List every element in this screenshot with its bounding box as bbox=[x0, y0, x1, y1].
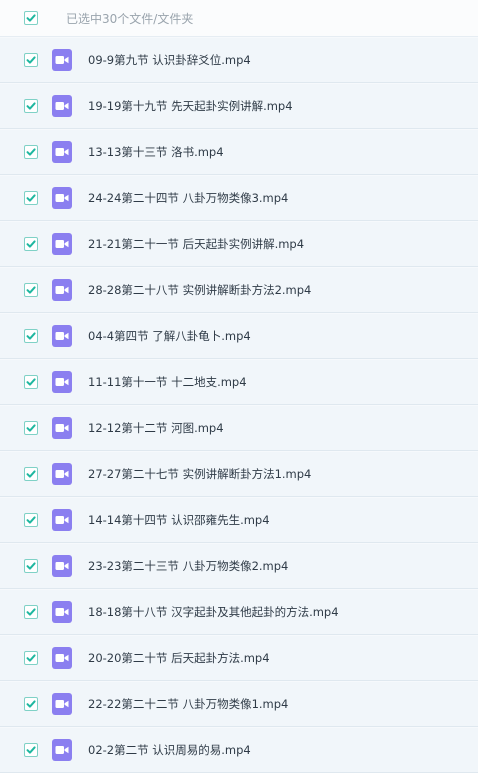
file-row[interactable]: 19-19第十九节 先天起卦实例讲解.mp4 bbox=[0, 84, 478, 129]
check-icon bbox=[26, 746, 36, 754]
file-list: 09-9第九节 认识卦辞爻位.mp4 19-19第十九节 先天起卦实例讲解.mp4… bbox=[0, 38, 478, 773]
file-row[interactable]: 13-13第十三节 洛书.mp4 bbox=[0, 130, 478, 175]
check-icon bbox=[26, 240, 36, 248]
check-icon bbox=[26, 608, 36, 616]
video-file-icon bbox=[52, 647, 72, 669]
check-icon bbox=[26, 148, 36, 156]
file-checkbox[interactable] bbox=[24, 329, 38, 343]
file-name: 12-12第十二节 河图.mp4 bbox=[88, 421, 224, 435]
video-file-icon bbox=[52, 739, 72, 761]
file-checkbox[interactable] bbox=[24, 559, 38, 573]
file-row[interactable]: 09-9第九节 认识卦辞爻位.mp4 bbox=[0, 38, 478, 83]
file-row[interactable]: 22-22第二十二节 八卦万物类像1.mp4 bbox=[0, 682, 478, 727]
file-row[interactable]: 20-20第二十节 后天起卦方法.mp4 bbox=[0, 636, 478, 681]
video-file-icon bbox=[52, 417, 72, 439]
check-icon bbox=[26, 470, 36, 478]
file-checkbox[interactable] bbox=[24, 237, 38, 251]
file-name: 11-11第十一节 十二地支.mp4 bbox=[88, 375, 247, 389]
video-file-icon bbox=[52, 463, 72, 485]
file-row[interactable]: 23-23第二十三节 八卦万物类像2.mp4 bbox=[0, 544, 478, 589]
file-name: 23-23第二十三节 八卦万物类像2.mp4 bbox=[88, 559, 289, 573]
video-file-icon bbox=[52, 187, 72, 209]
file-name: 04-4第四节 了解八卦龟卜.mp4 bbox=[88, 329, 251, 343]
file-checkbox[interactable] bbox=[24, 191, 38, 205]
file-name: 13-13第十三节 洛书.mp4 bbox=[88, 145, 224, 159]
file-row[interactable]: 28-28第二十八节 实例讲解断卦方法2.mp4 bbox=[0, 268, 478, 313]
check-icon bbox=[26, 286, 36, 294]
file-name: 24-24第二十四节 八卦万物类像3.mp4 bbox=[88, 191, 289, 205]
file-name: 18-18第十八节 汉字起卦及其他起卦的方法.mp4 bbox=[88, 605, 339, 619]
video-file-icon bbox=[52, 601, 72, 623]
file-row[interactable]: 12-12第十二节 河图.mp4 bbox=[0, 406, 478, 451]
check-icon bbox=[26, 378, 36, 386]
video-file-icon bbox=[52, 49, 72, 71]
video-file-icon bbox=[52, 693, 72, 715]
video-file-icon bbox=[52, 141, 72, 163]
check-icon bbox=[26, 56, 36, 64]
file-checkbox[interactable] bbox=[24, 467, 38, 481]
video-file-icon bbox=[52, 95, 72, 117]
check-icon bbox=[26, 424, 36, 432]
file-checkbox[interactable] bbox=[24, 283, 38, 297]
file-row[interactable]: 18-18第十八节 汉字起卦及其他起卦的方法.mp4 bbox=[0, 590, 478, 635]
file-checkbox[interactable] bbox=[24, 513, 38, 527]
check-icon bbox=[26, 654, 36, 662]
file-name: 22-22第二十二节 八卦万物类像1.mp4 bbox=[88, 697, 289, 711]
file-row[interactable]: 21-21第二十一节 后天起卦实例讲解.mp4 bbox=[0, 222, 478, 267]
file-checkbox[interactable] bbox=[24, 605, 38, 619]
file-name: 21-21第二十一节 后天起卦实例讲解.mp4 bbox=[88, 237, 305, 251]
file-checkbox[interactable] bbox=[24, 743, 38, 757]
check-icon bbox=[26, 562, 36, 570]
file-checkbox[interactable] bbox=[24, 421, 38, 435]
check-icon bbox=[26, 14, 36, 22]
file-row[interactable]: 27-27第二十七节 实例讲解断卦方法1.mp4 bbox=[0, 452, 478, 497]
video-file-icon bbox=[52, 325, 72, 347]
file-checkbox[interactable] bbox=[24, 53, 38, 67]
file-name: 20-20第二十节 后天起卦方法.mp4 bbox=[88, 651, 270, 665]
check-icon bbox=[26, 700, 36, 708]
file-name: 14-14第十四节 认识邵雍先生.mp4 bbox=[88, 513, 270, 527]
file-name: 19-19第十九节 先天起卦实例讲解.mp4 bbox=[88, 99, 293, 113]
file-name: 09-9第九节 认识卦辞爻位.mp4 bbox=[88, 53, 251, 67]
file-checkbox[interactable] bbox=[24, 697, 38, 711]
select-all-checkbox[interactable] bbox=[24, 11, 38, 25]
file-row[interactable]: 04-4第四节 了解八卦龟卜.mp4 bbox=[0, 314, 478, 359]
check-icon bbox=[26, 516, 36, 524]
file-name: 27-27第二十七节 实例讲解断卦方法1.mp4 bbox=[88, 467, 312, 481]
check-icon bbox=[26, 332, 36, 340]
file-row[interactable]: 14-14第十四节 认识邵雍先生.mp4 bbox=[0, 498, 478, 543]
file-checkbox[interactable] bbox=[24, 145, 38, 159]
check-icon bbox=[26, 102, 36, 110]
video-file-icon bbox=[52, 279, 72, 301]
video-file-icon bbox=[52, 509, 72, 531]
file-checkbox[interactable] bbox=[24, 375, 38, 389]
file-row[interactable]: 02-2第二节 认识周易的易.mp4 bbox=[0, 728, 478, 773]
file-row[interactable]: 24-24第二十四节 八卦万物类像3.mp4 bbox=[0, 176, 478, 221]
check-icon bbox=[26, 194, 36, 202]
video-file-icon bbox=[52, 371, 72, 393]
file-row[interactable]: 11-11第十一节 十二地支.mp4 bbox=[0, 360, 478, 405]
selection-count-label: 已选中30个文件/文件夹 bbox=[66, 11, 194, 26]
file-name: 02-2第二节 认识周易的易.mp4 bbox=[88, 743, 251, 757]
file-name: 28-28第二十八节 实例讲解断卦方法2.mp4 bbox=[88, 283, 312, 297]
file-checkbox[interactable] bbox=[24, 99, 38, 113]
video-file-icon bbox=[52, 233, 72, 255]
selection-header: 已选中30个文件/文件夹 bbox=[0, 0, 478, 37]
video-file-icon bbox=[52, 555, 72, 577]
file-checkbox[interactable] bbox=[24, 651, 38, 665]
